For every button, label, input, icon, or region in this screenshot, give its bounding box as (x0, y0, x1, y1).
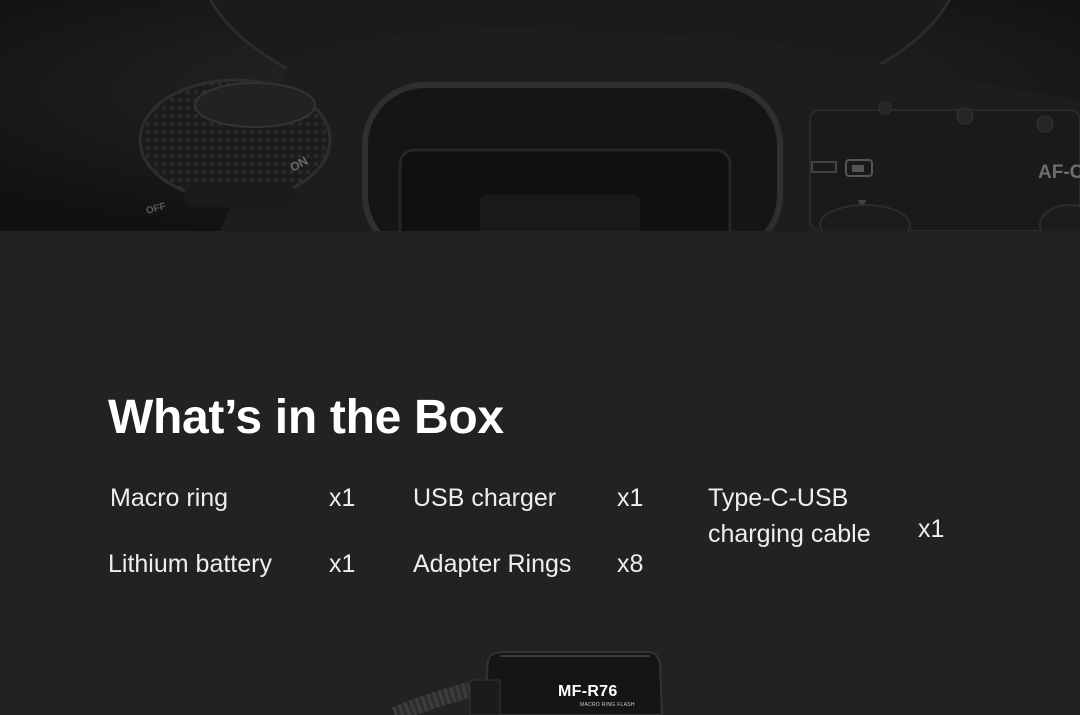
box-item-adapter-rings: Adapter Rings (413, 550, 572, 578)
box-item-type-c-cable-line1: Type-C-USB (708, 484, 849, 512)
camera-illustration: ON OFF AF-C (0, 0, 1080, 231)
product-image (0, 640, 1080, 715)
box-item-adapter-rings-qty: x8 (617, 550, 644, 578)
flash-unit-illustration (391, 651, 664, 715)
af-c-label: AF-C (1038, 162, 1080, 183)
box-item-type-c-cable-qty: x1 (918, 515, 945, 543)
hero-camera-image: ON OFF AF-C (0, 0, 1080, 231)
box-item-macro-ring: Macro ring (110, 484, 229, 512)
box-item-usb-charger: USB charger (413, 484, 557, 512)
box-item-lithium-battery: Lithium battery (108, 550, 272, 578)
box-item-lithium-battery-qty: x1 (329, 550, 356, 578)
box-item-type-c-cable-line2: charging cable (708, 520, 871, 548)
product-model-label: MF-R76 (558, 683, 618, 700)
box-item-usb-charger-qty: x1 (617, 484, 644, 512)
section-title: What’s in the Box (108, 391, 504, 444)
product-subtitle-label: MACRO RING FLASH (580, 702, 635, 708)
box-item-macro-ring-qty: x1 (329, 484, 356, 512)
